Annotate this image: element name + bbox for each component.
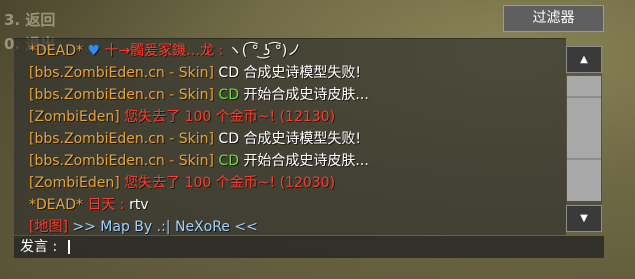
scroll-down-button[interactable]: ▼ bbox=[566, 205, 602, 232]
chat-input-bar: 发言 : bbox=[14, 236, 604, 258]
chat-segment: 您失去了 100 个金币~! (12030) bbox=[124, 175, 336, 191]
chat-segment: 十→髑爰冢鐖…龙 : bbox=[100, 43, 228, 59]
chat-line: [bbs.ZombiEden.cn - Skin] CD 合成史诗模型失败! bbox=[14, 62, 566, 84]
chat-segment: [地图] bbox=[29, 219, 68, 235]
chat-segment: 日天 : bbox=[87, 197, 130, 213]
chat-segment: *DEAD* bbox=[29, 197, 88, 213]
filter-button[interactable]: 过滤器 bbox=[503, 5, 604, 32]
scroll-thumb[interactable] bbox=[567, 76, 601, 201]
scroll-thumb-divider bbox=[567, 158, 601, 160]
chat-line: [bbs.ZombiEden.cn - Skin] CD 开始合成史诗皮肤... bbox=[14, 84, 566, 106]
chat-line: [地图] >> Map By .:| NeXoRe << bbox=[14, 216, 566, 238]
chat-segment: [bbs.ZombiEden.cn - Skin] bbox=[29, 65, 219, 81]
chat-line: [bbs.ZombiEden.cn - Skin] CD 开始合成史诗皮肤... bbox=[14, 150, 566, 172]
chat-segment: ヽ( ͡° ͜ʖ ͡°)ノ bbox=[227, 43, 302, 59]
chat-segment: *DEAD* bbox=[29, 43, 88, 59]
chat-segment: [bbs.ZombiEden.cn - Skin] bbox=[29, 131, 219, 147]
chat-segment: CD bbox=[218, 153, 244, 169]
chat-segment: >> Map By .:| NeXoRe << bbox=[67, 219, 258, 235]
chat-line: [ZombiEden] 您失去了 100 个金币~! (12030) bbox=[14, 172, 566, 194]
input-label: 发言 : bbox=[20, 239, 58, 255]
chat-segment: 合成史诗模型失败! bbox=[243, 65, 362, 81]
chat-segment: [ZombiEden] bbox=[29, 175, 125, 191]
chat-segment: 您失去了 100 个金币~! (12130) bbox=[124, 109, 336, 125]
scroll-up-button[interactable]: ▲ bbox=[566, 46, 602, 73]
text-caret bbox=[68, 240, 70, 254]
menu-item-back: 3. 返回 bbox=[4, 11, 56, 29]
chat-log: *DEAD* ♥ 十→髑爰冢鐖…龙 : ヽ( ͡° ͜ʖ ͡°)ノ [bbs.Zo… bbox=[14, 38, 566, 235]
chat-line: *DEAD* 日天 : rtv bbox=[14, 194, 566, 216]
arrow-up-icon: ▲ bbox=[580, 54, 588, 65]
chat-segment: CD bbox=[218, 87, 244, 103]
chat-line: [bbs.ZombiEden.cn - Skin] CD 合成史诗模型失败! bbox=[14, 128, 566, 150]
chat-segment: 开始合成史诗皮肤... bbox=[243, 87, 369, 103]
scroll-thumb-divider bbox=[567, 96, 601, 98]
chat-segment: CD bbox=[218, 131, 244, 147]
chat-line: [ZombiEden] 您失去了 100 个金币~! (12130) bbox=[14, 106, 566, 128]
chat-segment: rtv bbox=[129, 197, 149, 213]
chat-segment: ♥ bbox=[87, 43, 100, 59]
chat-segment: [ZombiEden] bbox=[29, 109, 125, 125]
chat-input[interactable] bbox=[66, 238, 596, 256]
chat-scrollbar[interactable]: ▲ ▼ bbox=[566, 46, 602, 232]
arrow-down-icon: ▼ bbox=[580, 213, 588, 224]
chat-segment: 合成史诗模型失败! bbox=[243, 131, 362, 147]
chat-segment: 开始合成史诗皮肤... bbox=[243, 153, 369, 169]
chat-line: *DEAD* ♥ 十→髑爰冢鐖…龙 : ヽ( ͡° ͜ʖ ͡°)ノ bbox=[14, 40, 566, 62]
chat-segment: [bbs.ZombiEden.cn - Skin] bbox=[29, 153, 219, 169]
chat-segment: [bbs.ZombiEden.cn - Skin] bbox=[29, 87, 219, 103]
chat-segment: CD bbox=[218, 65, 244, 81]
